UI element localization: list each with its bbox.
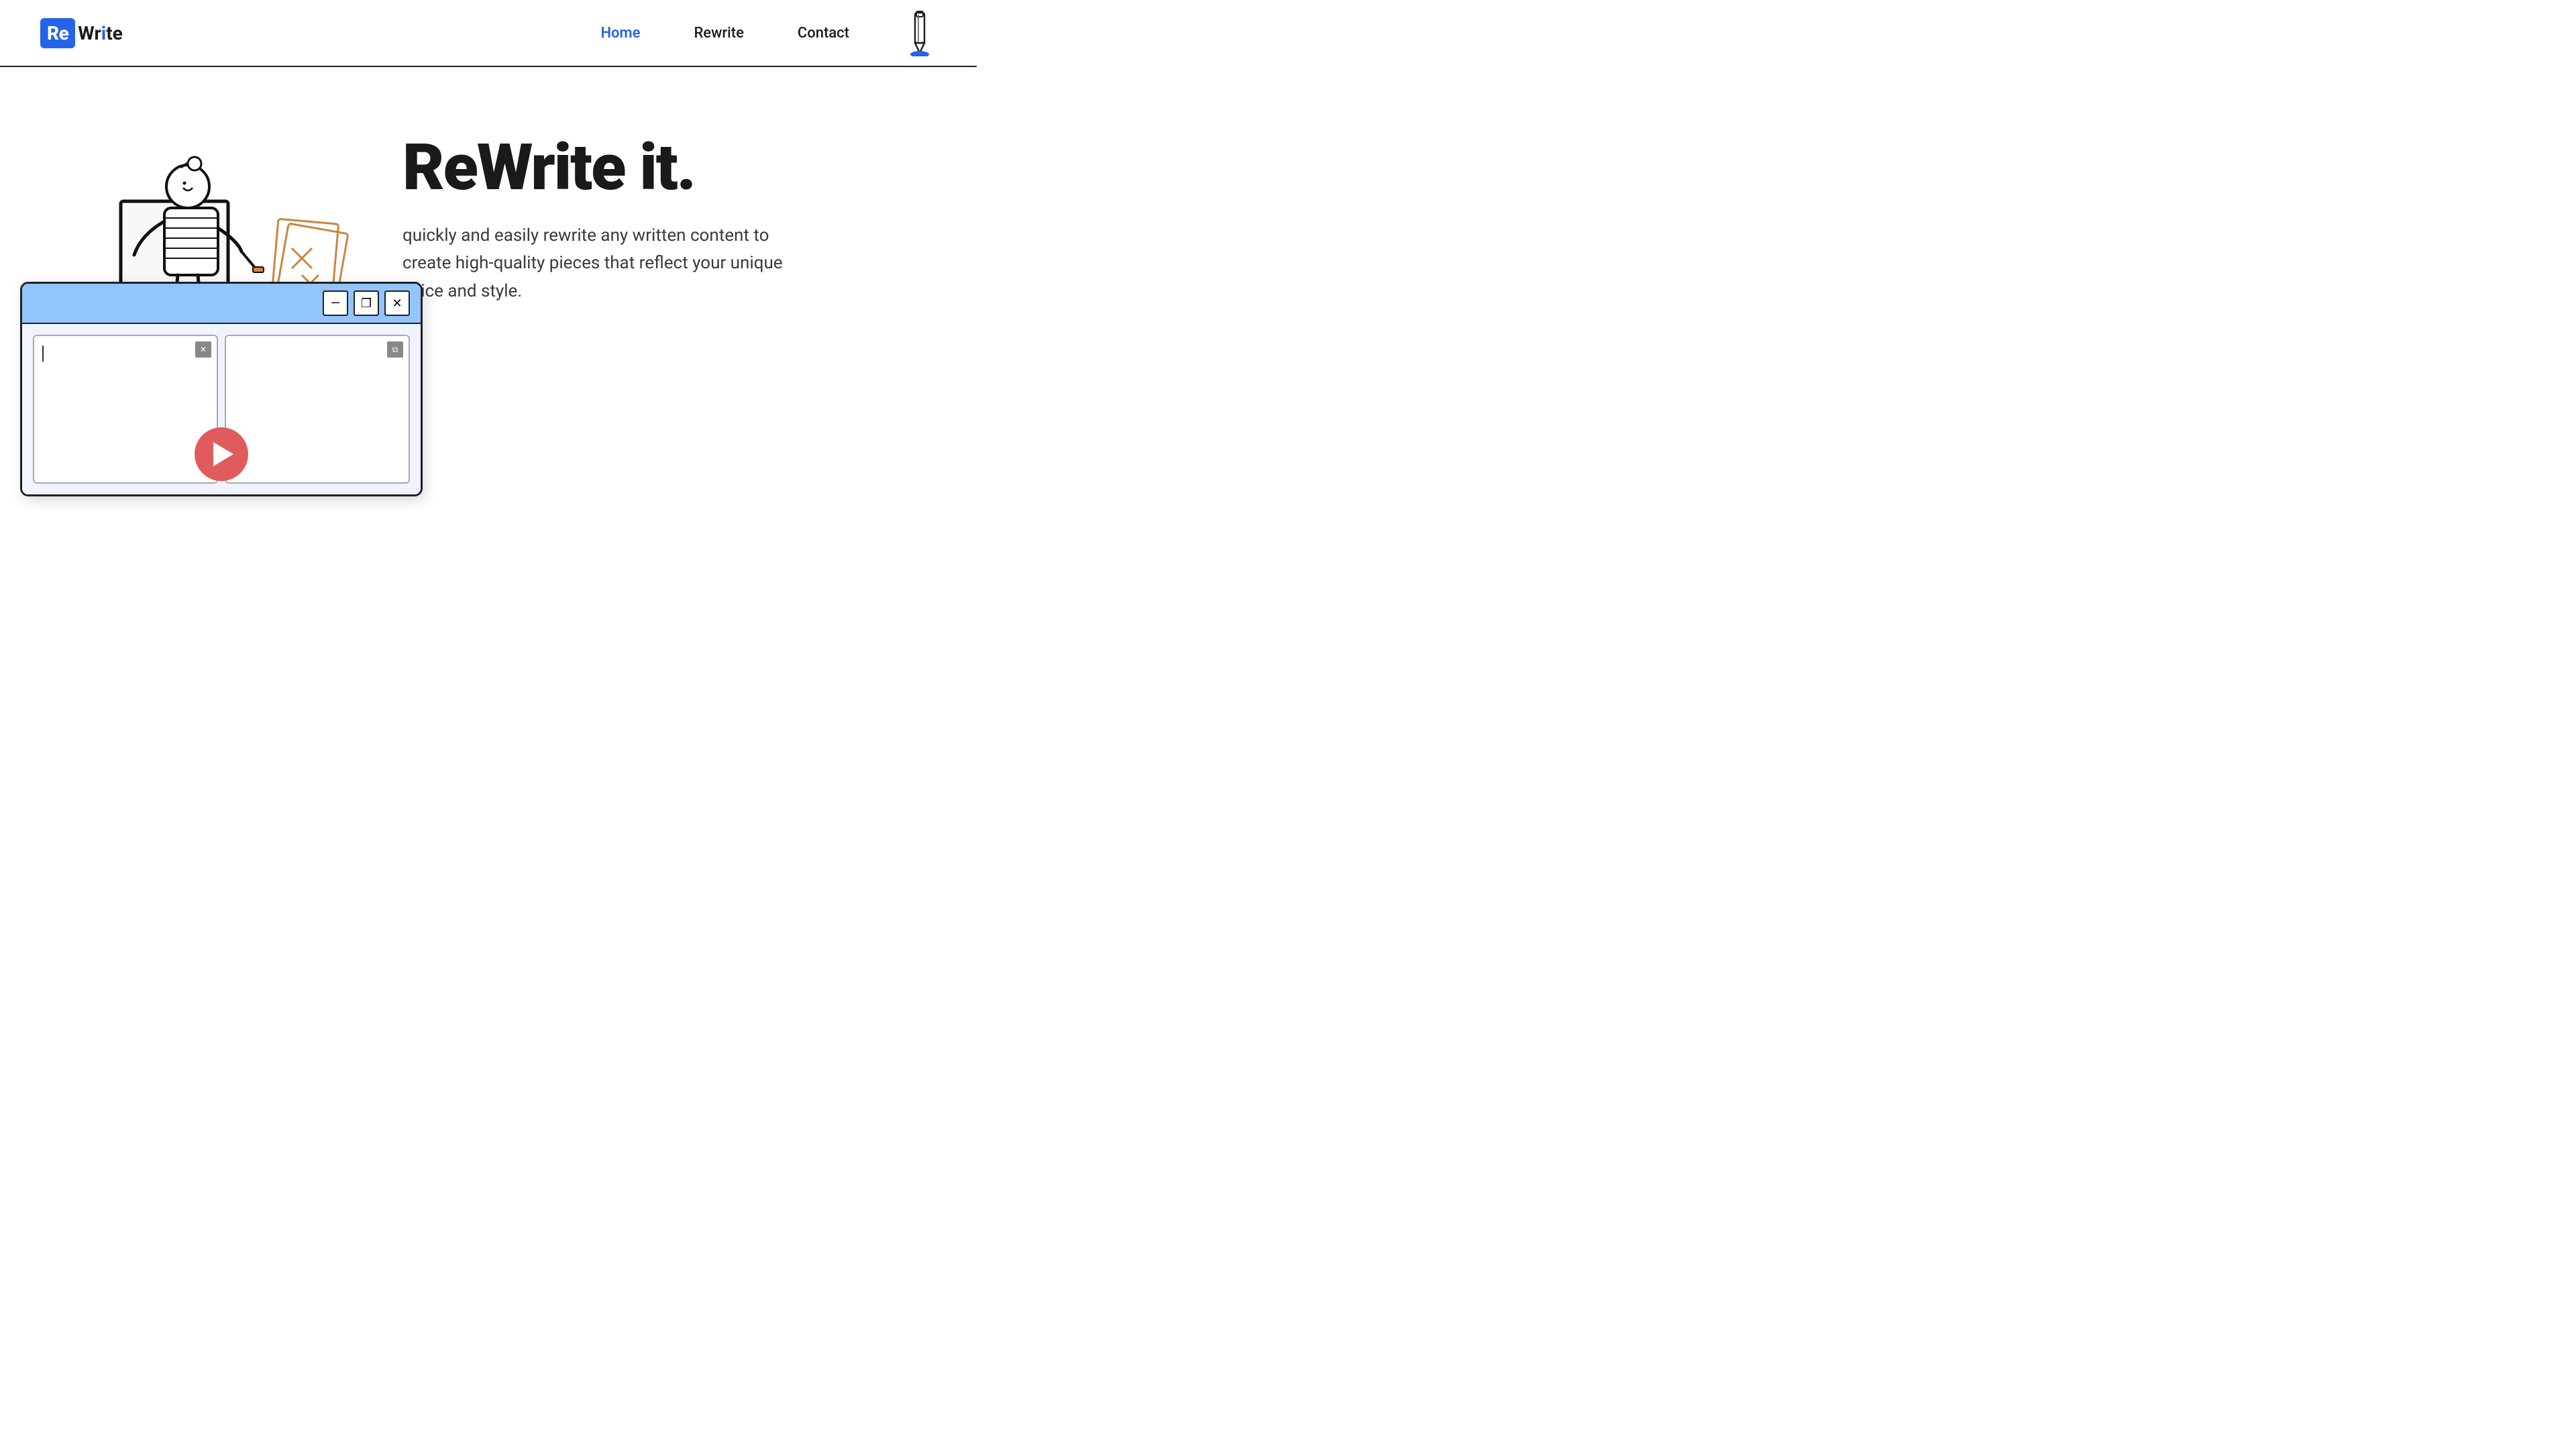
nav-home[interactable]: Home	[600, 25, 640, 42]
logo-te: te	[106, 22, 123, 44]
header: Re Write Home Rewrite Contact	[0, 0, 977, 67]
logo[interactable]: Re Write	[40, 18, 123, 48]
close-button[interactable]: ✕	[384, 290, 410, 316]
maximize-button[interactable]: ❐	[354, 290, 379, 316]
nav-contact[interactable]: Contact	[798, 25, 849, 42]
hero-content: ReWrite it. quickly and easily rewrite a…	[376, 94, 936, 550]
window-titlebar: — ❐ ✕	[22, 284, 421, 324]
text-cursor	[42, 345, 44, 362]
hero-section: — ❐ ✕ ✕ ⧉	[0, 67, 977, 550]
nav-rewrite[interactable]: Rewrite	[694, 25, 743, 42]
pen-icon-button[interactable]	[903, 9, 936, 56]
copy-icon[interactable]: ⧉	[387, 341, 403, 358]
minimize-button[interactable]: —	[323, 290, 348, 316]
output-textbox[interactable]: ⧉	[225, 335, 410, 484]
play-button[interactable]	[195, 427, 248, 481]
navigation: Home Rewrite Contact	[600, 9, 936, 56]
clear-icon[interactable]: ✕	[195, 341, 211, 358]
logo-wr: Wr	[78, 22, 101, 44]
hero-subtitle: quickly and easily rewrite any written c…	[402, 222, 792, 306]
input-textbox[interactable]: ✕	[33, 335, 218, 484]
hero-illustration: — ❐ ✕ ✕ ⧉	[40, 94, 376, 550]
hero-title: ReWrite it.	[402, 134, 936, 202]
play-triangle-icon	[213, 442, 233, 466]
logo-write: Write	[78, 22, 123, 44]
logo-re: Re	[40, 18, 75, 48]
app-window: — ❐ ✕ ✕ ⧉	[20, 282, 423, 496]
illustration-container: — ❐ ✕ ✕ ⧉	[47, 148, 369, 483]
